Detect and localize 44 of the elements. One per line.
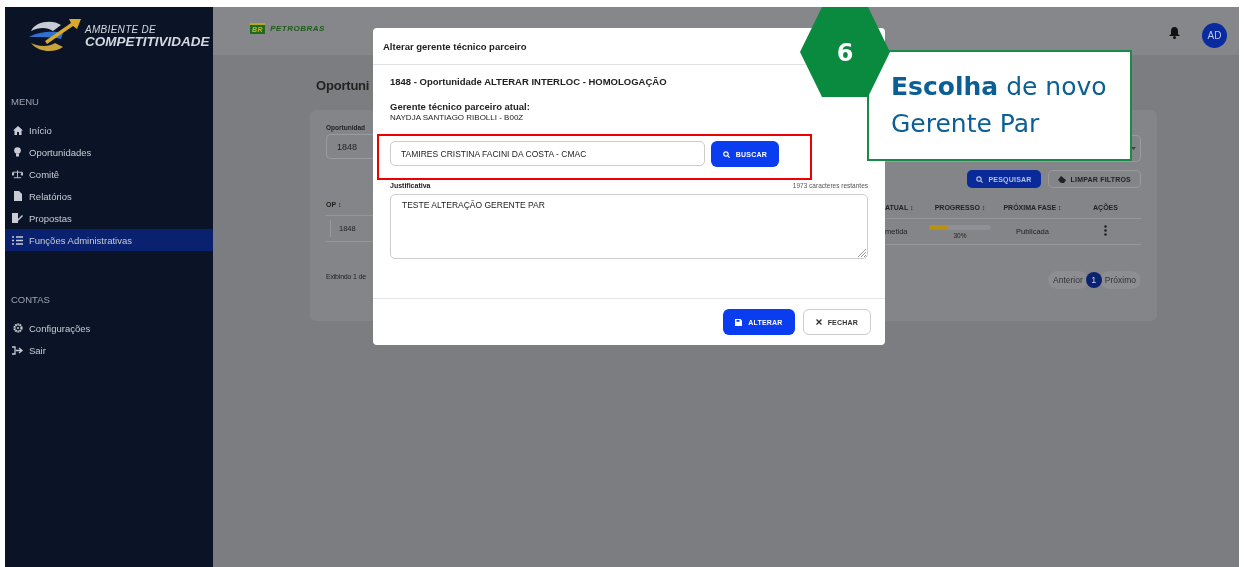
logo-text: AMBIENTE DE xyxy=(85,25,158,36)
sidebar-item[interactable]: Funções Administrativas xyxy=(5,229,213,251)
settings-icon xyxy=(12,323,23,333)
save-icon xyxy=(735,318,743,326)
sign-out-icon xyxy=(12,345,23,355)
page-title: Oportuni xyxy=(316,78,371,95)
brand-name: PETROBRAS xyxy=(270,24,325,33)
file-icon xyxy=(13,191,22,201)
scale-icon xyxy=(12,169,23,179)
page-button[interactable]: 1 xyxy=(1085,272,1102,288)
list-icon xyxy=(12,235,23,245)
resize-handle-icon[interactable] xyxy=(857,248,866,257)
sidebar-item[interactable]: Configurações xyxy=(5,317,213,339)
sidebar-item[interactable]: Relatórios xyxy=(5,185,213,207)
opportunity-title: 1848 - Oportunidade ALTERAR INTERLOC - HOMOLOGAÇÃO xyxy=(390,76,668,87)
bulb-icon xyxy=(14,147,21,157)
current-manager: NAYDJA SANTIAGO RIBOLLI - B00Z xyxy=(390,113,525,122)
previous-button[interactable]: Anterior xyxy=(1048,271,1088,289)
section-heading: CONTAS xyxy=(11,293,50,305)
justification-field[interactable]: TESTE ALTERAÇÃO GERENTE PAR xyxy=(390,194,868,259)
eraser-icon xyxy=(1057,175,1066,183)
user-avatar[interactable]: AD xyxy=(1202,23,1227,48)
chevron-icon xyxy=(1131,147,1136,150)
logo-text: COMPETITIVIDADE xyxy=(85,35,210,49)
dialog-title: Alterar gerente técnico parceiro xyxy=(383,40,527,52)
section-heading: MENU xyxy=(11,95,39,107)
house-icon xyxy=(12,125,23,135)
progress-bar xyxy=(929,224,991,230)
pen-icon xyxy=(12,213,23,223)
sidebar-item[interactable]: Comitê xyxy=(5,163,213,185)
step-number: 6 xyxy=(835,38,855,68)
sidebar-item[interactable]: Propostas xyxy=(5,207,213,229)
sidebar-item[interactable]: Início xyxy=(5,119,213,141)
close-icon xyxy=(815,319,822,325)
next-button[interactable]: Próximo xyxy=(1099,271,1141,289)
field-label: Gerente técnico parceiro atual: xyxy=(390,101,531,112)
sidebar-item[interactable]: Oportunidades xyxy=(5,141,213,163)
search-icon xyxy=(976,175,984,183)
sidebar-item[interactable]: Sair xyxy=(5,339,213,361)
manager-search-field[interactable]: TAMIRES CRISTINA FACINI DA COSTA - CMAC xyxy=(390,141,705,166)
more-icon[interactable] xyxy=(1104,225,1107,236)
bell-icon[interactable] xyxy=(1169,27,1180,39)
search-icon xyxy=(722,150,730,158)
step-tooltip: Escolha de novo Gerente Par xyxy=(867,50,1132,161)
